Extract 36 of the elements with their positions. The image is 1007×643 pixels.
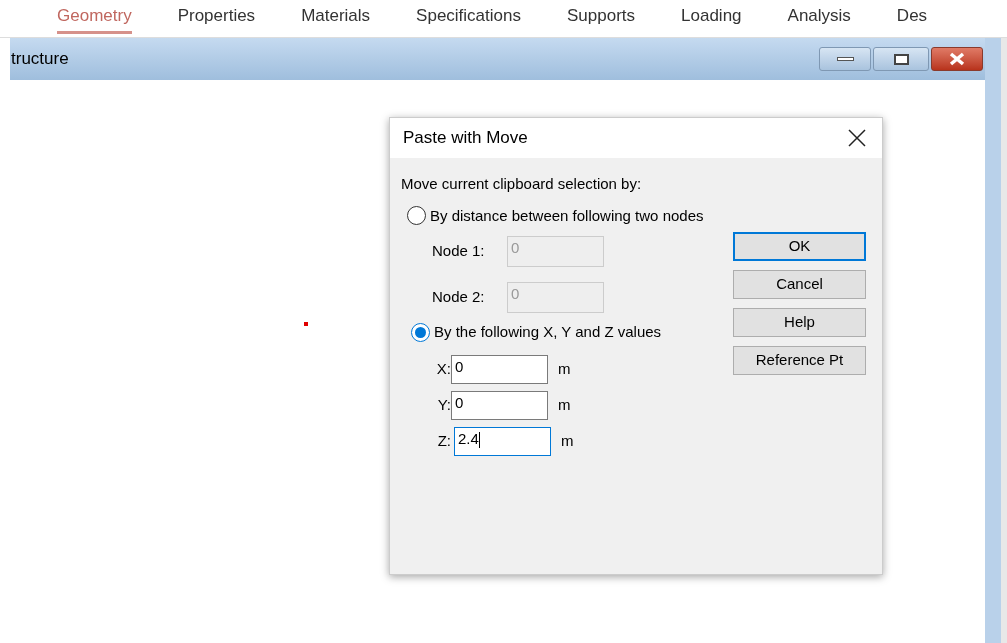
input-field[interactable]: 2.4 — [454, 426, 551, 456]
option-label: By the following X, Y and Z values — [434, 322, 662, 342]
unit-label: m — [561, 430, 574, 451]
field-label: X: — [435, 358, 451, 379]
option-label: By distance between following two nodes — [430, 205, 704, 226]
maximize-button[interactable] — [873, 47, 929, 71]
window-title: tructure — [11, 48, 69, 71]
unit-label: m — [558, 394, 571, 415]
ribbon-tab[interactable]: Geometry — [57, 2, 132, 35]
field-label: Z: — [436, 430, 451, 451]
prompt-text: Move current clipboard selection by: — [401, 174, 643, 194]
ribbon-tab[interactable]: Analysis — [787, 2, 851, 35]
minimize-button[interactable] — [819, 47, 871, 71]
radio-button[interactable] — [411, 322, 430, 342]
field-label: Node 2: — [432, 287, 486, 308]
dialog-title: Paste with Move — [403, 127, 528, 150]
dialog-button[interactable]: Reference Pt — [733, 346, 866, 375]
close-button[interactable] — [931, 47, 983, 71]
input-field[interactable]: 0 — [451, 390, 548, 420]
dialog-button[interactable]: OK — [733, 232, 866, 261]
dialog-button[interactable]: Help — [733, 308, 866, 337]
input-field[interactable]: 0 — [451, 354, 548, 384]
ribbon-tab[interactable]: Materials — [301, 2, 371, 35]
close-icon — [948, 52, 966, 66]
ribbon-tab[interactable]: Properties — [177, 2, 256, 35]
unit-label: m — [558, 358, 571, 379]
ribbon-tab[interactable]: Des — [896, 2, 928, 35]
ribbon-tab[interactable]: Loading — [681, 2, 742, 35]
close-icon[interactable] — [848, 129, 866, 147]
field-label: Node 1: — [432, 241, 486, 262]
dialog-button[interactable]: Cancel — [733, 270, 866, 299]
node-point — [304, 322, 308, 326]
ribbon-tab[interactable]: Supports — [567, 2, 636, 35]
radio-button[interactable] — [407, 206, 426, 226]
ribbon-tab[interactable]: Specifications — [416, 2, 521, 35]
field-label: Y: — [436, 394, 451, 415]
